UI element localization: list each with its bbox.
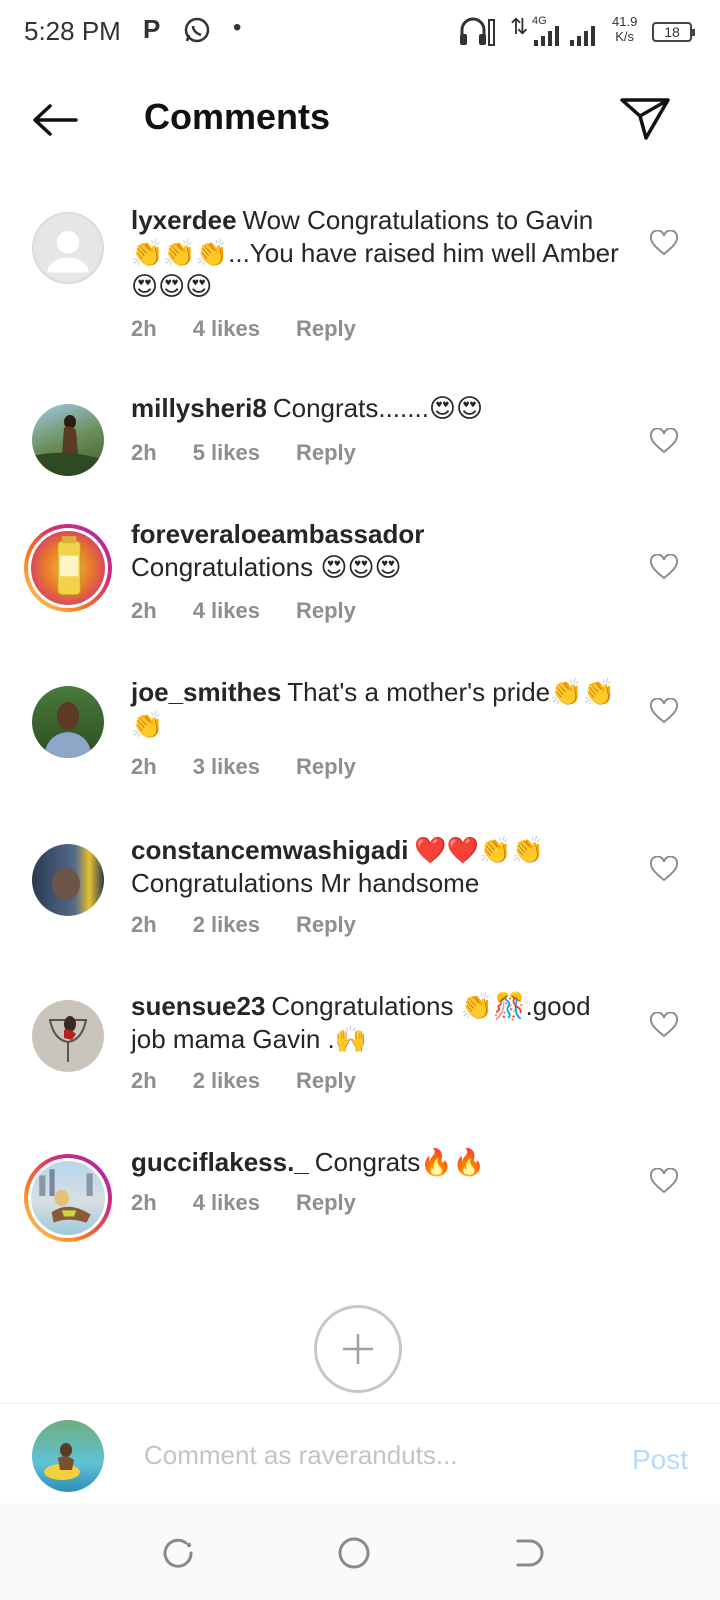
heart-icon[interactable]: [650, 1012, 678, 1038]
home-icon[interactable]: [334, 1533, 374, 1573]
comment-username[interactable]: suensue23: [131, 991, 265, 1021]
comment-text: millysheri8 Congrats.......😍😍: [131, 392, 621, 425]
comment-time: 2h: [131, 316, 157, 341]
battery-icon: 18: [652, 22, 695, 42]
aloe-bottle-icon: [57, 536, 81, 596]
comment-likes[interactable]: 4 likes: [193, 598, 260, 623]
system-nav-bar: [0, 1503, 720, 1600]
comment-text: lyxerdee Wow Congratulations to Gavin 👏👏👏…: [131, 204, 621, 303]
comment-time: 2h: [131, 912, 157, 937]
comment-likes[interactable]: 2 likes: [193, 1068, 260, 1093]
comment-meta: 2h 2 likes Reply: [131, 1068, 392, 1094]
speed-value: 41.9: [612, 14, 638, 29]
network-speed: 41.9 K/s: [612, 14, 637, 44]
speed-unit: K/s: [615, 29, 635, 44]
headphones-icon: [460, 17, 495, 46]
comment-time: 2h: [131, 1068, 157, 1093]
comment-username[interactable]: joe_smithes: [131, 677, 281, 707]
heart-icon[interactable]: [650, 230, 678, 256]
whatsapp-icon: [184, 17, 210, 43]
avatar-millysheri8[interactable]: [32, 404, 104, 476]
recent-apps-icon[interactable]: [158, 1533, 198, 1573]
person-beach-photo-icon: [39, 1169, 93, 1223]
comment-body: Congratulations 😍😍😍: [131, 552, 402, 582]
comment-username[interactable]: foreveraloeambassador: [131, 519, 424, 549]
comment-time: 2h: [131, 598, 157, 623]
comment-username[interactable]: millysheri8: [131, 393, 267, 423]
comment-text: joe_smithes That's a mother's pride👏👏👏: [131, 676, 621, 742]
back-arrow-icon[interactable]: [30, 100, 80, 140]
heart-icon[interactable]: [650, 554, 678, 580]
comment-time: 2h: [131, 1190, 157, 1215]
status-bar: 5:28 PM P • ⇅ 4G 41.9 K/s 18: [0, 0, 720, 66]
signal-icon: 4G: [532, 15, 595, 46]
comment-text: gucciflakess._ Congrats🔥🔥: [131, 1146, 621, 1179]
load-more-button[interactable]: [314, 1305, 402, 1393]
default-user-icon: [47, 231, 89, 273]
notification-dot-icon: •: [233, 14, 242, 41]
comment-meta: 2h 4 likes Reply: [131, 316, 392, 342]
comment-time: 2h: [131, 754, 157, 779]
reply-button[interactable]: Reply: [296, 754, 356, 779]
avatar-story-ring-foreveraloe[interactable]: [24, 524, 112, 612]
heart-icon[interactable]: [650, 1168, 678, 1194]
reply-button[interactable]: Reply: [296, 912, 356, 937]
comment-composer: Post: [0, 1403, 720, 1504]
network-type: 4G: [532, 15, 547, 27]
avatar-image: [28, 528, 108, 608]
avatar-image: [28, 1158, 108, 1238]
reply-button[interactable]: Reply: [296, 316, 356, 341]
comment-likes[interactable]: 5 likes: [193, 440, 260, 465]
comment-body: Congrats🔥🔥: [314, 1147, 486, 1177]
post-button[interactable]: Post: [632, 1444, 688, 1476]
comment-username[interactable]: gucciflakess._: [131, 1147, 309, 1177]
avatar-suensue23[interactable]: [32, 1000, 104, 1072]
comment-likes[interactable]: 3 likes: [193, 754, 260, 779]
comment-meta: 2h 3 likes Reply: [131, 754, 392, 780]
comment-time: 2h: [131, 440, 157, 465]
status-time: 5:28 PM: [24, 16, 121, 46]
reply-button[interactable]: Reply: [296, 1190, 356, 1215]
p-app-icon: P: [143, 14, 161, 44]
comment-text: suensue23 Congratulations 👏🎊.good job mam…: [131, 990, 621, 1056]
reply-button[interactable]: Reply: [296, 598, 356, 623]
comment-username[interactable]: lyxerdee: [131, 205, 237, 235]
comment-meta: 2h 4 likes Reply: [131, 598, 392, 624]
person-photo-icon: [44, 702, 92, 758]
avatar-default[interactable]: [32, 212, 104, 284]
comment-meta: 2h 4 likes Reply: [131, 1190, 392, 1216]
comment-meta: 2h 5 likes Reply: [131, 440, 392, 466]
comment-text: foreveraloeambassador Congratulations 😍😍😍: [131, 518, 621, 584]
wineglass-photo-icon: [48, 1016, 88, 1062]
person-photo-icon: [32, 415, 104, 476]
comment-text: constancemwashigadi ❤️❤️👏👏 Congratulation…: [131, 834, 621, 900]
person-pool-photo-icon: [44, 1443, 80, 1480]
back-nav-icon[interactable]: [508, 1533, 548, 1573]
comment-likes[interactable]: 4 likes: [193, 1190, 260, 1215]
heart-icon[interactable]: [650, 856, 678, 882]
avatar-story-ring-gucciflakess[interactable]: [24, 1154, 112, 1242]
heart-icon[interactable]: [650, 428, 678, 454]
comment-likes[interactable]: 2 likes: [193, 912, 260, 937]
data-arrows-icon: ⇅: [510, 14, 529, 39]
child-photo-icon: [52, 868, 80, 900]
avatar-constancemwashigadi[interactable]: [32, 844, 104, 916]
reply-button[interactable]: Reply: [296, 440, 356, 465]
current-user-avatar[interactable]: [32, 1420, 104, 1492]
avatar-joe-smithes[interactable]: [32, 686, 104, 758]
plus-icon: [343, 1334, 373, 1364]
comment-input[interactable]: [142, 1434, 586, 1476]
page-title: Comments: [144, 96, 331, 137]
comment-username[interactable]: constancemwashigadi: [131, 835, 408, 865]
comment-body: Congrats.......😍😍: [272, 393, 484, 423]
share-paper-plane-icon[interactable]: [618, 94, 672, 142]
comment-meta: 2h 2 likes Reply: [131, 912, 392, 938]
heart-icon[interactable]: [650, 698, 678, 724]
comment-likes[interactable]: 4 likes: [193, 316, 260, 341]
reply-button[interactable]: Reply: [296, 1068, 356, 1093]
